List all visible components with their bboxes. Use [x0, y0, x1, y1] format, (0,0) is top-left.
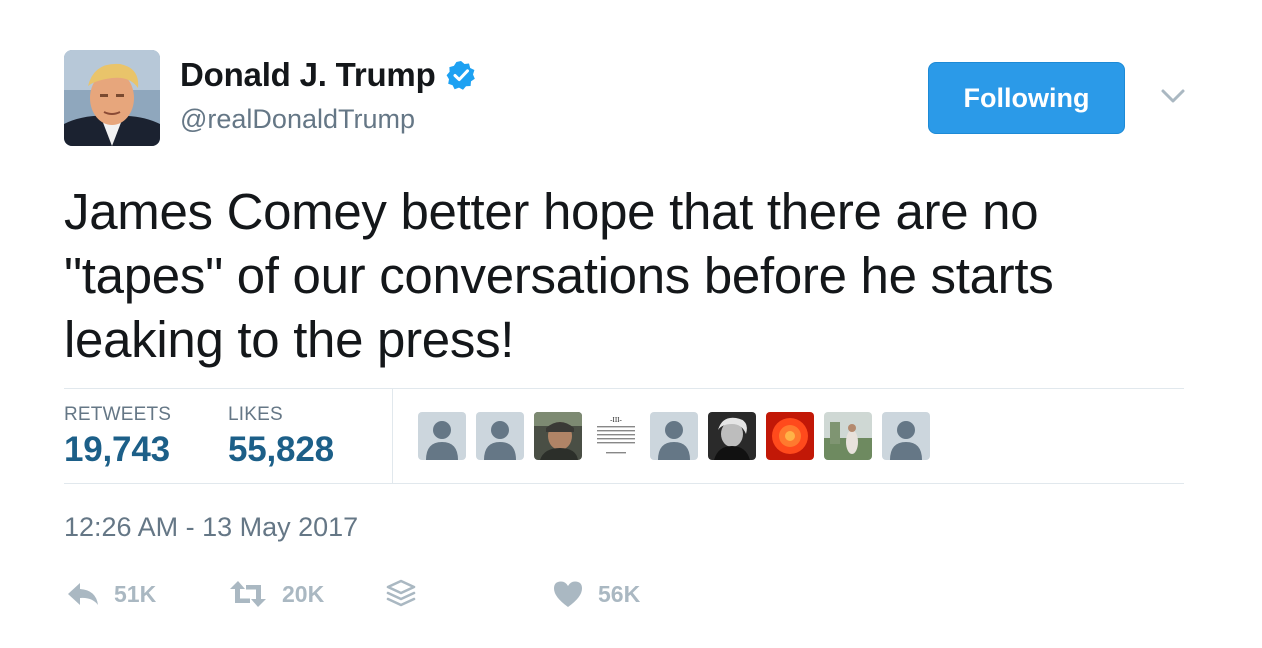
like-button[interactable]: 56K: [552, 576, 640, 612]
layers-icon: [386, 579, 416, 607]
retweets-label: RETWEETS: [64, 404, 172, 425]
retweet-button[interactable]: 20K: [228, 576, 324, 612]
likes-label: LIKES: [228, 404, 283, 425]
author-name-row[interactable]: Donald J. Trump: [180, 56, 476, 94]
tweet-card: Donald J. Trump @realDonaldTrump Followi…: [0, 0, 1262, 648]
reply-button[interactable]: 51K: [66, 576, 156, 612]
retweet-count: 20K: [282, 580, 325, 607]
author-name[interactable]: Donald J. Trump: [180, 56, 436, 94]
stats-separator: [392, 388, 393, 484]
reply-icon: [68, 583, 98, 605]
heart-icon: [554, 581, 582, 607]
liker-avatar-7[interactable]: [766, 412, 814, 460]
liker-avatar-8[interactable]: [824, 412, 872, 460]
following-button[interactable]: Following: [928, 62, 1125, 134]
likers-avatars: -III-: [418, 412, 930, 460]
stats-divider-top: [64, 388, 1184, 389]
liker-avatar-1[interactable]: [418, 412, 466, 460]
liker-4-text: -III-: [610, 416, 622, 424]
likes-stat[interactable]: LIKES 55,828: [228, 404, 334, 470]
liker-avatar-5[interactable]: [650, 412, 698, 460]
profile-avatar[interactable]: [64, 50, 160, 146]
liker-avatar-6[interactable]: [708, 412, 756, 460]
tweet-text: James Comey better hope that there are n…: [64, 183, 1054, 368]
likes-count: 55,828: [228, 430, 334, 469]
liker-avatar-3[interactable]: [534, 412, 582, 460]
retweets-stat[interactable]: RETWEETS 19,743: [64, 404, 171, 470]
retweet-icon: [230, 581, 266, 607]
like-count: 56K: [598, 580, 641, 607]
verified-badge-icon: [446, 61, 475, 90]
add-to-moment-button[interactable]: [386, 576, 416, 612]
retweets-count: 19,743: [64, 430, 170, 469]
liker-avatar-9[interactable]: [882, 412, 930, 460]
chevron-down-icon[interactable]: [1158, 84, 1188, 108]
stats-divider-bottom: [64, 483, 1184, 484]
reply-count: 51K: [114, 580, 157, 607]
liker-avatar-4[interactable]: -III-: [592, 412, 640, 460]
tweet-timestamp[interactable]: 12:26 AM - 13 May 2017: [64, 512, 358, 543]
liker-avatar-2[interactable]: [476, 412, 524, 460]
author-handle[interactable]: @realDonaldTrump: [180, 104, 415, 135]
